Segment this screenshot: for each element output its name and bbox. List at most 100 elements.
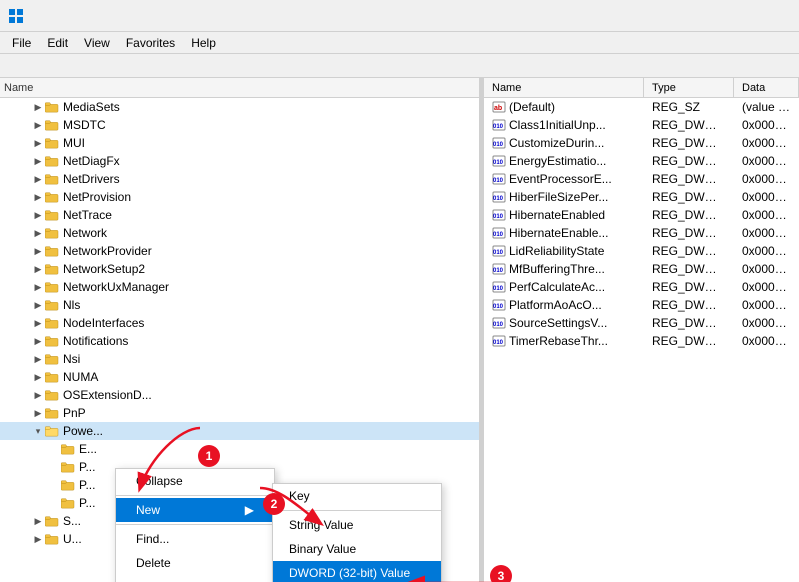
tree-expander[interactable] (48, 443, 60, 455)
tree-expander[interactable]: ▶ (32, 515, 44, 527)
reg-name-cell: 010 TimerRebaseThr... (484, 334, 644, 348)
registry-row[interactable]: 010 EnergyEstimatio...REG_DWORD0x000000.… (484, 152, 799, 170)
tree-item[interactable]: ▶ NetworkProvider (0, 242, 479, 260)
tree-expander[interactable]: ▶ (32, 227, 44, 239)
reg-name-cell: 010 HibernateEnabled (484, 208, 644, 222)
tree-item[interactable]: ▶ NetDrivers (0, 170, 479, 188)
tree-item[interactable]: ▶ Network (0, 224, 479, 242)
registry-row[interactable]: 010 PerfCalculateAc...REG_DWORD0x000000.… (484, 278, 799, 296)
tree-item[interactable]: ▶ NetworkSetup2 (0, 260, 479, 278)
tree-item[interactable]: ▶ NetTrace (0, 206, 479, 224)
tree-expander[interactable] (48, 497, 60, 509)
close-button[interactable] (745, 0, 791, 32)
registry-row[interactable]: 010 Class1InitialUnp...REG_DWORD0x000000… (484, 116, 799, 134)
registry-row[interactable]: 010 PlatformAoAcO...REG_DWORD0x000000... (484, 296, 799, 314)
registry-row[interactable]: 010 CustomizeDurin...REG_DWORD0x000000..… (484, 134, 799, 152)
tree-item[interactable]: ▶ NetDiagFx (0, 152, 479, 170)
tree-item[interactable]: ▶ NodeInterfaces (0, 314, 479, 332)
tree-expander[interactable]: ▶ (32, 407, 44, 419)
arrow-1 (120, 418, 240, 498)
registry-row[interactable]: 010 TimerRebaseThr...REG_DWORD0x000000..… (484, 332, 799, 350)
reg-data-cell: 0x000000... (734, 316, 799, 330)
tree-expander[interactable]: ▶ (32, 353, 44, 365)
tree-item-label: NetDiagFx (63, 154, 120, 168)
submenu-item[interactable]: Binary Value (273, 537, 441, 561)
tree-item[interactable]: ▶ NetProvision (0, 188, 479, 206)
tree-item[interactable]: ▶ MSDTC (0, 116, 479, 134)
folder-icon (44, 513, 60, 529)
badge-3: 3 (490, 565, 512, 582)
tree-expander[interactable]: ▶ (32, 245, 44, 257)
tree-item-label: U... (63, 532, 82, 546)
right-pane-header: Name Type Data (484, 78, 799, 98)
ctx-menu-item[interactable]: Rename (116, 575, 274, 582)
tree-expander[interactable]: ▶ (32, 209, 44, 221)
folder-icon (44, 189, 60, 205)
registry-row[interactable]: 010 HibernateEnable...REG_DWORD0x000000.… (484, 224, 799, 242)
tree-item[interactable]: ▶ MediaSets (0, 98, 479, 116)
tree-expander[interactable]: ▶ (32, 533, 44, 545)
menu-file[interactable]: File (4, 34, 39, 52)
folder-icon (44, 99, 60, 115)
tree-expander[interactable]: ▶ (32, 317, 44, 329)
ctx-menu-item[interactable]: Delete (116, 551, 274, 575)
tree-item-label: MSDTC (63, 118, 106, 132)
svg-text:010: 010 (493, 124, 504, 130)
tree-expander[interactable]: ▶ (32, 155, 44, 167)
tree-item[interactable]: ▶ Notifications (0, 332, 479, 350)
reg-type-cell: REG_DWORD (644, 280, 734, 294)
registry-row[interactable]: 010 HiberFileSizePer...REG_DWORD0x000000… (484, 188, 799, 206)
reg-name-cell: 010 EventProcessorE... (484, 172, 644, 186)
tree-expander[interactable]: ▶ (32, 389, 44, 401)
tree-expander[interactable]: ▾ (32, 425, 44, 437)
tree-expander[interactable]: ▶ (32, 371, 44, 383)
tree-expander[interactable] (48, 461, 60, 473)
col-header-data[interactable]: Data (734, 78, 799, 97)
tree-expander[interactable]: ▶ (32, 281, 44, 293)
tree-expander[interactable]: ▶ (32, 191, 44, 203)
tree-item-label: Powe... (63, 424, 103, 438)
tree-item[interactable]: ▶ OSExtensionD... (0, 386, 479, 404)
reg-name-cell: 010 HibernateEnable... (484, 226, 644, 240)
menu-view[interactable]: View (76, 34, 118, 52)
tree-item[interactable]: ▶ Nsi (0, 350, 479, 368)
menu-favorites[interactable]: Favorites (118, 34, 183, 52)
tree-item-label: Nls (63, 298, 80, 312)
badge-1: 1 (198, 445, 220, 467)
tree-expander[interactable]: ▶ (32, 299, 44, 311)
minimize-button[interactable] (653, 0, 699, 32)
tree-item[interactable]: ▶ MUI (0, 134, 479, 152)
folder-icon (44, 423, 60, 439)
reg-type-cell: REG_DWORD (644, 298, 734, 312)
tree-item[interactable]: ▶ NetworkUxManager (0, 278, 479, 296)
reg-type-cell: REG_DWORD (644, 262, 734, 276)
tree-item[interactable]: ▶ Nls (0, 296, 479, 314)
tree-expander[interactable]: ▶ (32, 335, 44, 347)
maximize-button[interactable] (699, 0, 745, 32)
tree-expander[interactable]: ▶ (32, 119, 44, 131)
col-header-name[interactable]: Name (484, 78, 644, 97)
folder-icon (44, 531, 60, 547)
registry-row[interactable]: 010 MfBufferingThre...REG_DWORD0x000000.… (484, 260, 799, 278)
tree-item[interactable]: ▶ NUMA (0, 368, 479, 386)
registry-row[interactable]: 010 EventProcessorE...REG_DWORD0x000000.… (484, 170, 799, 188)
registry-row[interactable]: 010 LidReliabilityStateREG_DWORD0x000000… (484, 242, 799, 260)
menu-edit[interactable]: Edit (39, 34, 76, 52)
folder-icon (44, 297, 60, 313)
registry-row[interactable]: 010 SourceSettingsV...REG_DWORD0x000000.… (484, 314, 799, 332)
tree-item-label: E... (79, 442, 97, 456)
reg-data-cell: 0x000000... (734, 334, 799, 348)
main-content: Name ▶ MediaSets▶ MSDTC▶ MUI▶ NetDiagFx▶… (0, 78, 799, 582)
tree-expander[interactable]: ▶ (32, 137, 44, 149)
tree-expander[interactable]: ▶ (32, 263, 44, 275)
folder-icon (60, 459, 76, 475)
col-header-type[interactable]: Type (644, 78, 734, 97)
tree-expander[interactable]: ▶ (32, 101, 44, 113)
tree-expander[interactable]: ▶ (32, 173, 44, 185)
registry-row[interactable]: 010 HibernateEnabledREG_DWORD0x000000... (484, 206, 799, 224)
menu-help[interactable]: Help (183, 34, 224, 52)
tree-expander[interactable] (48, 479, 60, 491)
registry-row[interactable]: ab (Default)REG_SZ(value no... (484, 98, 799, 116)
badge-2: 2 (263, 493, 285, 515)
tree-item-label: OSExtensionD... (63, 388, 152, 402)
